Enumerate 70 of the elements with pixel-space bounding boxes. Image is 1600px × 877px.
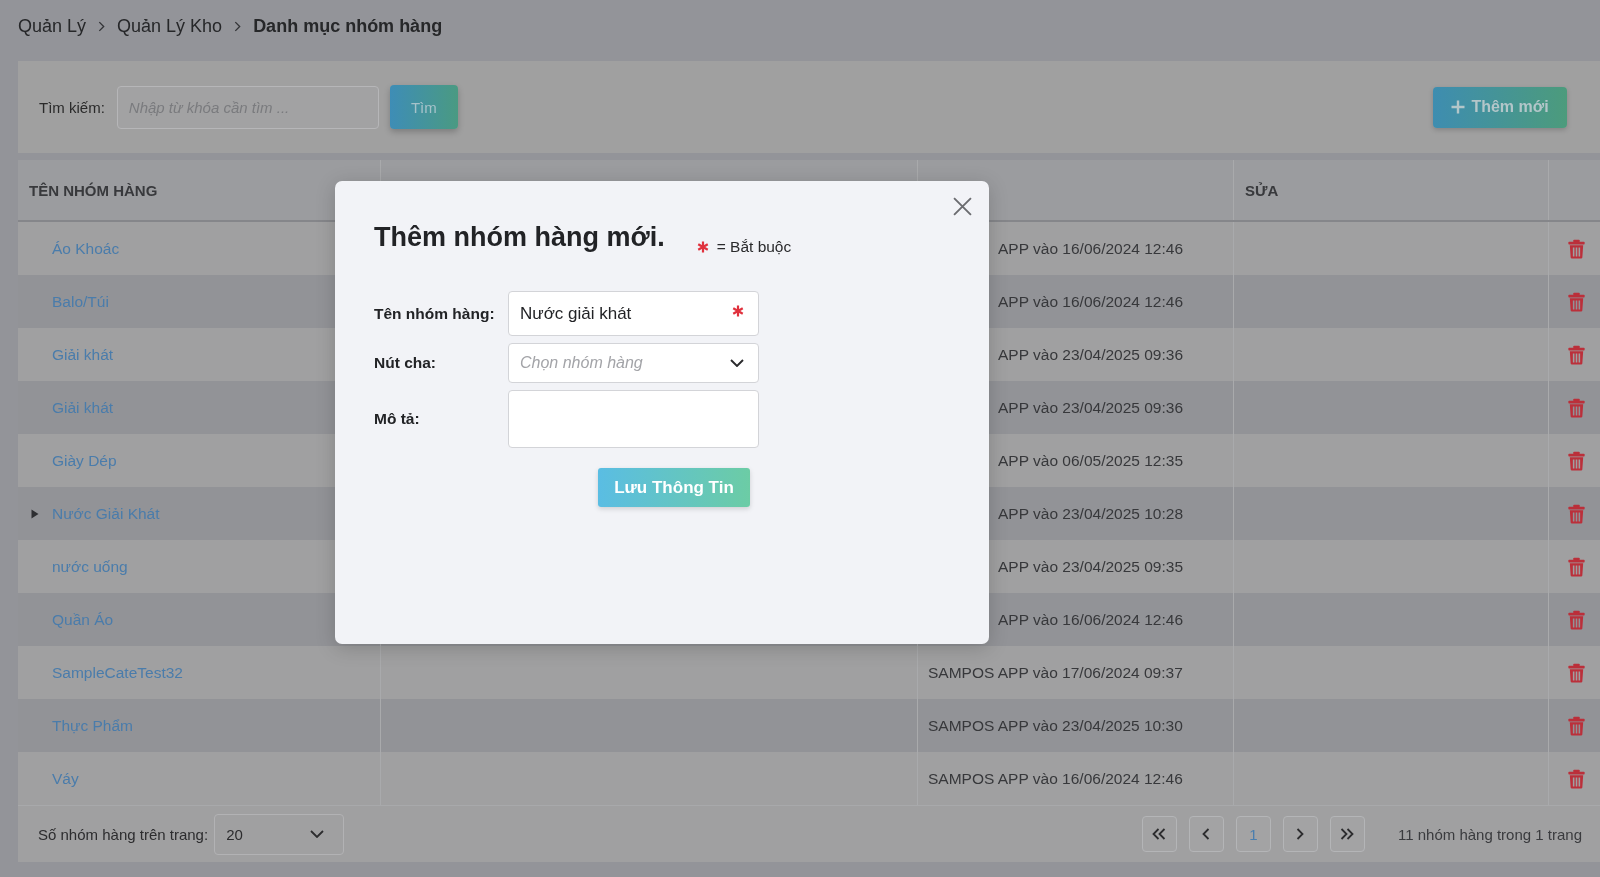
plus-icon xyxy=(1451,100,1466,114)
created-info-text: APP vào 16/06/2024 12:46 xyxy=(998,610,1183,629)
trash-icon[interactable] xyxy=(1567,397,1585,418)
double-chevron-left-icon xyxy=(1152,828,1167,840)
trash-icon[interactable] xyxy=(1567,450,1585,471)
required-note: = Bắt buộc xyxy=(716,238,792,256)
chevron-down-icon xyxy=(730,359,744,367)
created-info-text: APP vào 23/04/2025 10:28 xyxy=(998,504,1183,523)
dialog-title: Thêm nhóm hàng mới. xyxy=(374,221,665,253)
category-link[interactable]: Giải khát xyxy=(52,345,114,364)
chevron-right-icon xyxy=(98,21,106,32)
chevron-down-icon xyxy=(310,830,325,838)
column-header: SỬA xyxy=(1245,181,1279,199)
trash-icon[interactable] xyxy=(1567,662,1585,683)
trash-icon[interactable] xyxy=(1567,238,1585,259)
trash-icon[interactable] xyxy=(1567,768,1585,789)
save-button[interactable]: Lưu Thông Tin xyxy=(598,468,750,507)
pagination-summary: 11 nhóm hàng trong 1 trang xyxy=(1397,825,1582,843)
category-link[interactable]: nước uống xyxy=(52,557,128,576)
breadcrumb-item[interactable]: Quản Lý xyxy=(18,16,87,37)
double-chevron-right-icon xyxy=(1340,828,1355,840)
first-page-button[interactable] xyxy=(1141,816,1177,852)
created-info-text: APP vào 16/06/2024 12:46 xyxy=(998,292,1183,311)
group-name-input[interactable]: Nước giải khát xyxy=(508,291,759,336)
category-link[interactable]: Giải khát xyxy=(52,398,114,417)
trash-icon[interactable] xyxy=(1567,503,1585,524)
search-button[interactable]: Tìm xyxy=(389,85,458,129)
category-link[interactable]: Áo Khoác xyxy=(52,239,120,258)
last-page-button[interactable] xyxy=(1329,816,1365,852)
field-label: Tên nhóm hàng: xyxy=(374,304,496,323)
category-link[interactable]: Quần Áo xyxy=(52,610,114,629)
trash-icon[interactable] xyxy=(1567,291,1585,312)
created-info-text: SAMPOS APP vào 23/04/2025 10:30 xyxy=(928,716,1183,735)
category-link[interactable]: Váy xyxy=(52,769,79,788)
created-info-text: SAMPOS APP vào 17/06/2024 09:37 xyxy=(928,663,1183,682)
field-label: Mô tả: xyxy=(374,410,421,428)
close-icon[interactable] xyxy=(953,197,972,216)
category-link[interactable]: Nước Giải Khát xyxy=(52,504,160,523)
parent-group-select[interactable]: Chọn nhóm hàng xyxy=(508,343,759,383)
breadcrumb-item[interactable]: Danh mục nhóm hàng xyxy=(253,16,443,37)
field-label: Nút cha: xyxy=(374,354,437,372)
page-size-label: Số nhóm hàng trên trang: xyxy=(38,825,209,843)
trash-icon[interactable] xyxy=(1567,556,1585,577)
category-link[interactable]: SampleCateTest32 xyxy=(52,663,183,682)
chevron-left-icon xyxy=(1202,828,1211,840)
trash-icon[interactable] xyxy=(1567,715,1585,736)
created-info-text: APP vào 06/05/2025 12:35 xyxy=(998,451,1183,470)
category-link[interactable]: Giày Dép xyxy=(52,451,117,470)
category-link[interactable]: Balo/Túi xyxy=(52,292,109,311)
next-page-button[interactable] xyxy=(1282,816,1318,852)
previous-page-button[interactable] xyxy=(1188,816,1224,852)
page-size-select[interactable]: 20 xyxy=(214,813,345,855)
trash-icon[interactable] xyxy=(1567,609,1585,630)
chevron-right-icon xyxy=(1296,828,1305,840)
created-info-text: APP vào 23/04/2025 09:36 xyxy=(998,345,1183,364)
chevron-right-icon xyxy=(234,21,242,32)
caret-icon[interactable] xyxy=(30,508,40,519)
breadcrumb-item[interactable]: Quản Lý Kho xyxy=(117,16,223,37)
created-info-text: APP vào 16/06/2024 12:46 xyxy=(998,239,1183,258)
category-link[interactable]: Thực Phẩm xyxy=(52,716,133,735)
search-label: Tìm kiếm: xyxy=(39,98,105,116)
column-header: TÊN NHÓM HÀNG xyxy=(29,181,158,199)
created-info-text: APP vào 23/04/2025 09:36 xyxy=(998,398,1183,417)
asterisk-icon xyxy=(696,241,709,253)
page-button[interactable]: 1 xyxy=(1235,816,1271,852)
description-field[interactable] xyxy=(508,390,759,448)
trash-icon[interactable] xyxy=(1567,344,1585,365)
add-new-button[interactable]: Thêm mới xyxy=(1433,86,1567,128)
created-info-text: APP vào 23/04/2025 09:35 xyxy=(998,557,1183,576)
created-info-text: SAMPOS APP vào 16/06/2024 12:46 xyxy=(928,769,1183,788)
